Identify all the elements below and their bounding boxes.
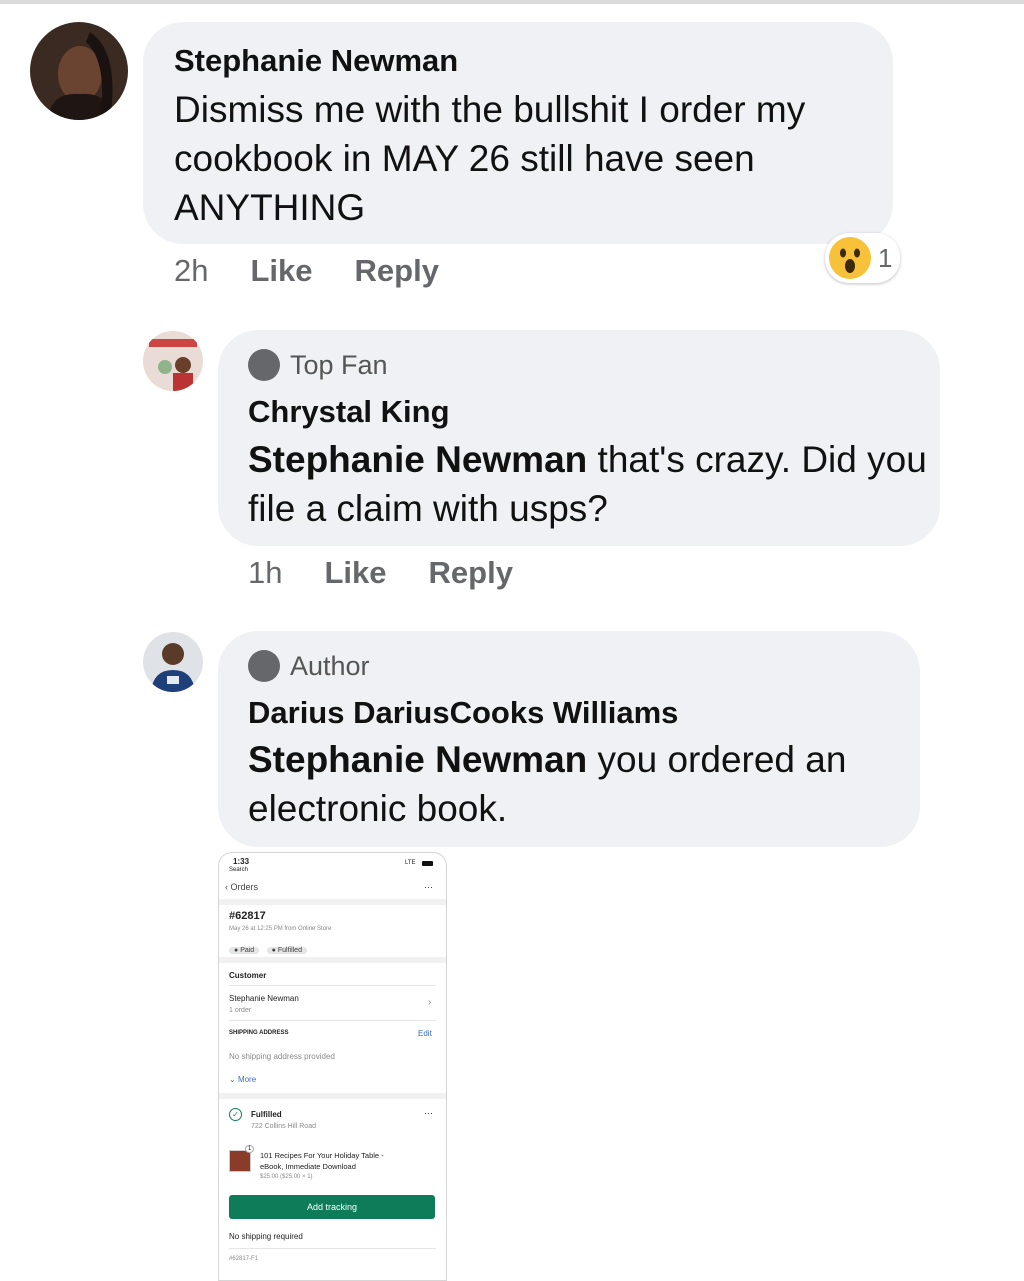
status-network: LTE (405, 860, 416, 866)
no-shipping-required: No shipping required (229, 1232, 303, 1241)
edit-shipping-link[interactable]: Edit (418, 1029, 432, 1038)
reaction-count: 1 (878, 242, 893, 273)
order-number: #62817 (229, 910, 266, 922)
reaction-badge[interactable]: 1 (825, 233, 901, 283)
customer-heading: Customer (229, 971, 267, 980)
comment-actions: 2h Like Reply (174, 253, 481, 289)
top-fan-badge: Top Fan (248, 349, 388, 381)
item-quantity-badge: 1 (245, 1145, 255, 1153)
mention-link[interactable]: Stephanie Newman (248, 439, 587, 480)
wow-reaction-icon (829, 237, 871, 279)
fulfilled-title: Fulfilled (251, 1110, 282, 1119)
reply-button[interactable]: Reply (429, 555, 513, 591)
comment-author[interactable]: Stephanie Newman (174, 43, 458, 79)
comment-author[interactable]: Darius DariusCooks Williams (248, 695, 678, 731)
divider (229, 985, 436, 986)
badge-label: Author (290, 650, 370, 681)
order-meta: May 26 at 12:25 PM from Online Store (229, 926, 332, 932)
customer-orders: 1 order (229, 1007, 252, 1014)
chevron-right-icon[interactable]: › (428, 997, 431, 1008)
author-badge: Author (248, 650, 370, 682)
comment-time[interactable]: 1h (248, 555, 282, 591)
badge-label: Top Fan (290, 349, 388, 380)
divider (219, 957, 446, 963)
item-title-line-2[interactable]: eBook, Immediate Download (260, 1162, 356, 1171)
attached-order-screenshot[interactable]: 1:33 Search LTE ‹ Orders ··· #62817 May … (218, 852, 447, 1281)
product-thumbnail (229, 1150, 251, 1172)
more-label: More (237, 1075, 257, 1084)
comment-text: Stephanie Newman you ordered an electron… (248, 735, 908, 833)
item-title-line-1[interactable]: 101 Recipes For Your Holiday Table - (260, 1151, 384, 1160)
avatar-darius-williams[interactable] (143, 632, 203, 692)
fulfillment-id: #62817-F1 (229, 1256, 259, 1262)
divider (219, 1093, 446, 1099)
fulfilled-check-icon: ✓ (229, 1108, 242, 1121)
paid-pill: ● Paid (229, 947, 260, 954)
item-price: $25.00 ($25.00 × 1) (260, 1174, 313, 1180)
comment-text: Stephanie Newman that's crazy. Did you f… (248, 435, 928, 533)
fulfilled-address: 722 Collins Hill Road (251, 1123, 316, 1130)
avatar-chrystal-king[interactable] (143, 331, 203, 391)
shipping-heading: SHIPPING ADDRESS (229, 1030, 289, 1036)
no-shipping-address: No shipping address provided (229, 1052, 335, 1061)
back-to-orders[interactable]: ‹ Orders (225, 882, 258, 892)
author-icon (248, 650, 280, 682)
divider (219, 899, 446, 905)
fulfilled-pill: ● Fulfilled (266, 947, 307, 954)
avatar-stephanie-newman[interactable] (30, 22, 128, 120)
comment-time[interactable]: 2h (174, 253, 208, 289)
like-button[interactable]: Like (324, 555, 386, 591)
back-label: Orders (230, 882, 259, 892)
reply-button[interactable]: Reply (355, 253, 439, 289)
status-back-search: Search (229, 867, 249, 873)
divider (229, 1248, 436, 1249)
comment-author[interactable]: Chrystal King (248, 394, 450, 430)
add-tracking-button[interactable]: Add tracking (229, 1195, 435, 1219)
divider (229, 1020, 436, 1021)
top-fan-icon (248, 349, 280, 381)
fulfilled-label: Fulfilled (277, 947, 302, 954)
like-button[interactable]: Like (250, 253, 312, 289)
top-divider (0, 0, 1024, 4)
chevron-down-icon: ⌄ (229, 1075, 236, 1084)
status-pills: ● Paid ● Fulfilled (229, 939, 310, 957)
comment-text: Dismiss me with the bullshit I order my … (174, 89, 806, 228)
comment-actions: 1h Like Reply (248, 555, 555, 591)
mention-link[interactable]: Stephanie Newman (248, 739, 587, 780)
more-menu[interactable]: ··· (424, 882, 433, 892)
battery-icon (422, 861, 433, 866)
fulfillment-more-menu[interactable]: ··· (424, 1108, 433, 1118)
customer-name[interactable]: Stephanie Newman (229, 994, 299, 1003)
paid-label: Paid (240, 947, 255, 954)
more-toggle[interactable]: ⌄ More (229, 1075, 256, 1084)
chevron-left-icon: ‹ (225, 882, 228, 892)
status-time: 1:33 (233, 857, 250, 866)
